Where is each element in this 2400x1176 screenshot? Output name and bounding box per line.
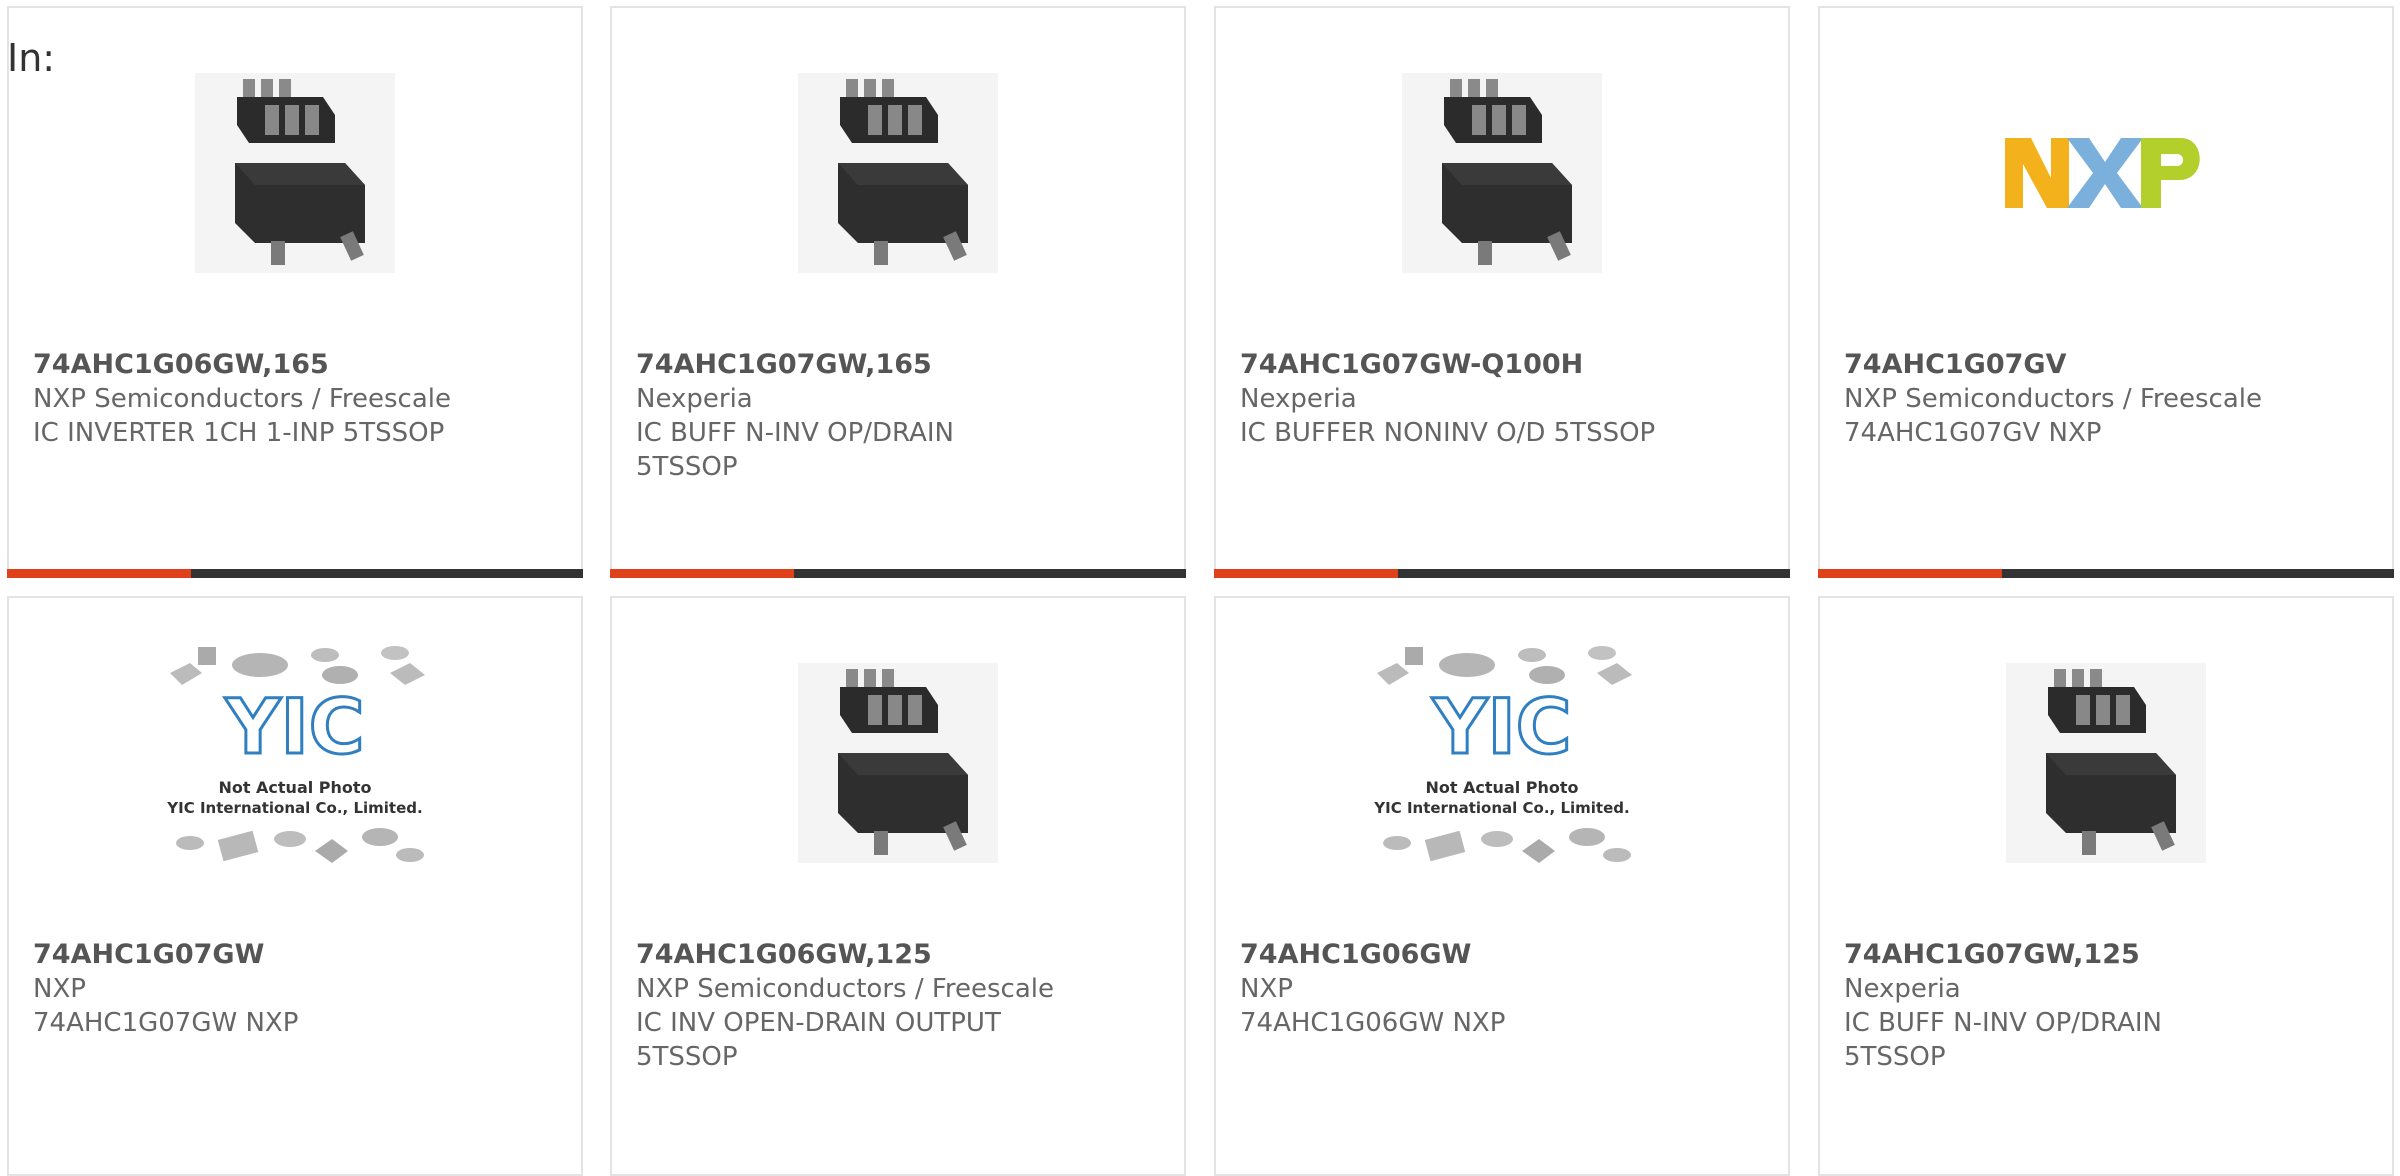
product-image[interactable] xyxy=(9,8,581,338)
product-card[interactable]: 74AHC1G07GV NXP Semiconductors / Freesca… xyxy=(1818,6,2394,578)
manufacturer: NXP xyxy=(1240,974,1293,1004)
manufacturer: Nexperia xyxy=(1844,974,1961,1004)
yic-placeholder-icon: YIC Not Actual Photo YIC International C… xyxy=(166,646,425,863)
product-card[interactable]: 74AHC1G07GW-Q100H Nexperia IC BUFFER NON… xyxy=(1214,6,1790,578)
page-heading: In: xyxy=(7,36,56,80)
part-number[interactable]: 74AHC1G07GW,125 xyxy=(1844,938,2368,972)
product-image[interactable] xyxy=(1820,598,2392,928)
product-card[interactable]: 74AHC1G06GW,165 NXP Semiconductors / Fre… xyxy=(7,6,583,578)
part-number[interactable]: 74AHC1G07GW xyxy=(33,938,557,972)
part-number[interactable]: 74AHC1G06GW,125 xyxy=(636,938,1160,972)
product-image[interactable] xyxy=(612,8,1184,338)
part-number[interactable]: 74AHC1G07GW,165 xyxy=(636,348,1160,382)
description: 74AHC1G06GW NXP xyxy=(1240,1008,1506,1038)
part-number[interactable]: 74AHC1G07GW-Q100H xyxy=(1240,348,1764,382)
product-card[interactable]: 74AHC1G07GW,165 Nexperia IC BUFF N-INV O… xyxy=(610,6,1186,578)
description: IC INVERTER 1CH 1-INP 5TSSOP xyxy=(33,418,445,448)
chip-photo-icon xyxy=(798,663,998,863)
part-number[interactable]: 74AHC1G06GW,165 xyxy=(33,348,557,382)
placeholder-line2: YIC International Co., Limited. xyxy=(1373,799,1629,817)
chip-photo-icon xyxy=(1402,73,1602,273)
manufacturer: NXP xyxy=(33,974,86,1004)
part-number[interactable]: 74AHC1G07GV xyxy=(1844,348,2368,382)
part-number[interactable]: 74AHC1G06GW xyxy=(1240,938,1764,972)
card-bar xyxy=(1214,569,1790,578)
product-card[interactable]: YIC Not Actual Photo YIC International C… xyxy=(1214,596,1790,1176)
yic-placeholder-icon: YIC Not Actual Photo YIC International C… xyxy=(1373,646,1632,863)
product-image[interactable] xyxy=(1820,8,2392,338)
chip-photo-icon xyxy=(195,73,395,273)
card-bar xyxy=(1818,569,2394,578)
nxp-logo-icon xyxy=(2005,138,2200,208)
card-bar xyxy=(7,569,583,578)
chip-photo-icon xyxy=(798,73,998,273)
product-card[interactable]: 74AHC1G06GW,125 NXP Semiconductors / Fre… xyxy=(610,596,1186,1176)
product-card[interactable]: 74AHC1G07GW,125 Nexperia IC BUFF N-INV O… xyxy=(1818,596,2394,1176)
manufacturer: NXP Semiconductors / Freescale xyxy=(1844,384,2263,414)
description: 74AHC1G07GV NXP xyxy=(1844,418,2102,448)
description: IC BUFFER NONINV O/D 5TSSOP xyxy=(1240,418,1656,448)
product-image[interactable]: YIC Not Actual Photo YIC International C… xyxy=(9,598,581,928)
chip-photo-icon xyxy=(2006,663,2206,863)
description: IC BUFF N-INV OP/DRAIN 5TSSOP xyxy=(1844,1008,2162,1072)
svg-text:YIC: YIC xyxy=(1431,682,1571,771)
manufacturer: NXP Semiconductors / Freescale xyxy=(33,384,452,414)
manufacturer: NXP Semiconductors / Freescale xyxy=(636,974,1055,1004)
product-image[interactable] xyxy=(1216,8,1788,338)
product-image[interactable] xyxy=(612,598,1184,928)
placeholder-line2: YIC International Co., Limited. xyxy=(166,799,422,817)
description: IC BUFF N-INV OP/DRAIN 5TSSOP xyxy=(636,418,954,482)
manufacturer: Nexperia xyxy=(1240,384,1357,414)
description: IC INV OPEN-DRAIN OUTPUT 5TSSOP xyxy=(636,1008,1001,1072)
description: 74AHC1G07GW NXP xyxy=(33,1008,299,1038)
svg-text:YIC: YIC xyxy=(224,682,364,771)
product-card[interactable]: YIC Not Actual Photo YIC International C… xyxy=(7,596,583,1176)
product-image[interactable]: YIC Not Actual Photo YIC International C… xyxy=(1216,598,1788,928)
placeholder-line1: Not Actual Photo xyxy=(218,778,371,797)
card-bar xyxy=(610,569,1186,578)
manufacturer: Nexperia xyxy=(636,384,753,414)
placeholder-line1: Not Actual Photo xyxy=(1425,778,1578,797)
